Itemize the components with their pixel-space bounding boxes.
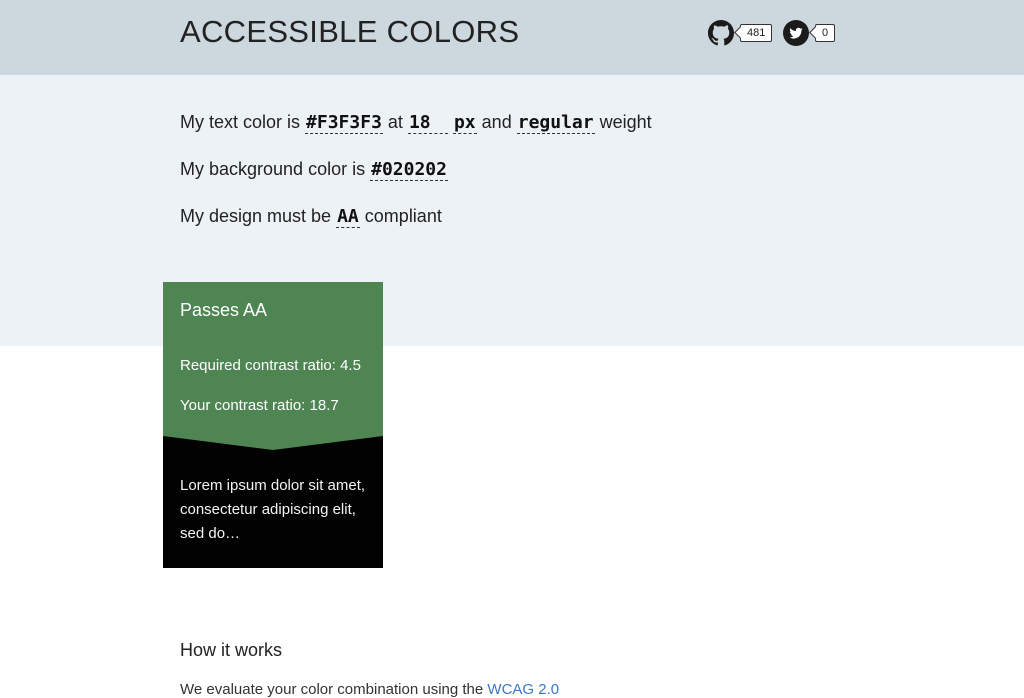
github-star-count[interactable]: 481	[740, 24, 773, 42]
text-color-sentence: My text color is #F3F3F3 at 18 px and re…	[180, 112, 652, 134]
github-icon[interactable]	[708, 20, 734, 46]
settings-form: My text color is #F3F3F3 at 18 px and re…	[0, 75, 1024, 346]
site-header: ACCESSIBLE COLORS 481 0	[0, 0, 1024, 75]
sentence-text: at	[387, 112, 403, 132]
font-weight-select[interactable]: regular	[516, 112, 595, 134]
sentence-text: My text color is	[180, 112, 301, 132]
sample-text: Lorem ipsum dolor sit amet, consectetur …	[180, 477, 366, 542]
twitter-icon[interactable]	[783, 20, 809, 46]
site-title: ACCESSIBLE COLORS	[180, 14, 520, 49]
how-it-works-text: We evaluate your color combination using…	[180, 681, 560, 698]
color-preview: Lorem ipsum dolor sit amet, consectetur …	[163, 434, 383, 568]
background-color-sentence: My background color is #020202	[180, 159, 448, 181]
result-card: Passes AA Required contrast ratio: 4.5 Y…	[163, 282, 383, 568]
twitter-share-widget[interactable]: 0	[783, 20, 836, 46]
result-title: Passes AA	[180, 300, 268, 320]
chevron-divider	[163, 434, 383, 450]
github-star-widget[interactable]: 481	[708, 20, 773, 46]
sentence-text: My design must be	[180, 206, 332, 226]
sentence-text: compliant	[364, 206, 442, 226]
text-color-input[interactable]: #F3F3F3	[305, 112, 383, 134]
background-color-input[interactable]: #020202	[370, 159, 448, 181]
sentence-text: My background color is	[180, 159, 366, 179]
how-it-works-heading: How it works	[180, 640, 283, 660]
font-unit-select[interactable]: px	[452, 112, 477, 134]
compliance-sentence: My design must be AA compliant	[180, 206, 442, 228]
twitter-share-count[interactable]: 0	[815, 24, 836, 42]
font-size-input[interactable]: 18	[407, 112, 448, 134]
compliance-level-select[interactable]: AA	[336, 206, 360, 228]
your-ratio: Your contrast ratio: 18.7	[180, 397, 339, 414]
wcag-link[interactable]: WCAG 2.0	[487, 681, 559, 698]
required-ratio: Required contrast ratio: 4.5	[180, 357, 361, 374]
result-summary: Passes AA Required contrast ratio: 4.5 Y…	[163, 282, 383, 434]
sentence-text: weight	[599, 112, 652, 132]
sentence-text: and	[481, 112, 512, 132]
